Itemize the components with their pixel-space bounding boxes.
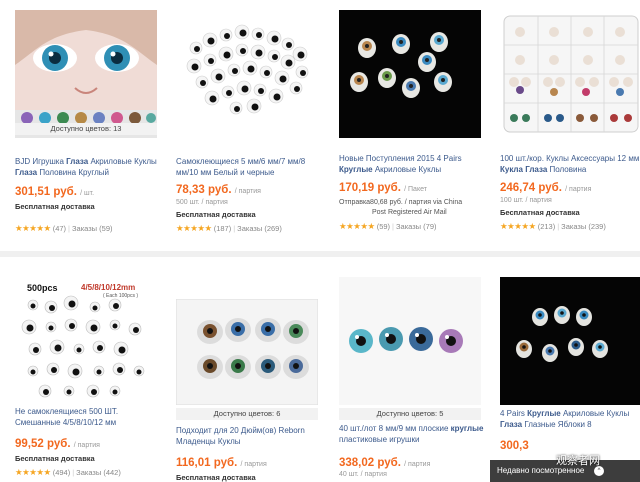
rating-row: ★★★★★ (47) | Заказы (59) [15,223,113,233]
shipping-info: Бесплатная доставка [15,202,95,211]
watermark: 观察者网 [556,455,600,467]
lot-size: 40 шт. / партия [339,471,387,478]
product-price: 246,74 руб. / партия [500,182,592,194]
rating-stars-icon: ★★★★★ [500,221,536,231]
orders-count[interactable]: Заказы (442) [76,468,121,477]
rating-stars-icon: ★★★★★ [15,223,51,233]
colors-available: Доступно цветов: 5 [339,408,481,420]
product-title[interactable]: BJD Игрушка Глаза Акриловые Куклы Глаза … [15,157,163,179]
review-count[interactable]: (59) [377,222,390,231]
product-image[interactable] [176,299,318,405]
product-title[interactable]: Не самоклеящиеся 500 ШТ. Смешанные 4/5/8… [15,407,163,429]
shipping-method: Post Registered Air Mail [372,209,447,216]
colors-available: Доступно цветов: 13 [15,123,157,135]
product-price: 170,19 руб. / Пакет [339,182,427,194]
shipping-info: Бесплатная доставка [500,208,580,217]
product-title[interactable]: Подходит для 20 Дюйм(ов) Reborn Младенцы… [176,426,324,448]
colors-available: Доступно цветов: 6 [176,408,318,420]
product-card[interactable]: Доступно цветов: 6 Подходит для 20 Дюйм(… [176,277,318,482]
product-price: 338,02 руб. / партия [339,457,431,469]
product-title[interactable]: Новые Поступления 2015 4 Pairs Круглые А… [339,154,487,176]
product-card[interactable]: Доступно цветов: 13 BJD Игрушка Глаза Ак… [15,10,157,240]
rating-stars-icon: ★★★★★ [15,467,51,477]
shipping-info: Бесплатная доставка [176,473,256,482]
rating-row: ★★★★★ (213) | Заказы (239) [500,221,606,231]
image-caption-sizes: 4/5/8/10/12mm [81,283,136,292]
product-image[interactable] [339,10,481,138]
product-title[interactable]: 100 шт./кор. Куклы Аксессуары 12 мм Кукл… [500,154,640,176]
image-caption: 500pcs [27,283,58,293]
shipping-info: Отправка80,68 руб. / партия via China [339,199,463,206]
rating-row: ★★★★★ (59) | Заказы (79) [339,221,437,231]
lot-size: 500 шт. / партия [176,199,228,206]
product-price: 301,51 руб. / шт. [15,186,95,198]
orders-count[interactable]: Заказы (79) [396,222,437,231]
review-count[interactable]: (47) [53,224,66,233]
shipping-info: Бесплатная доставка [176,210,256,219]
rating-row: ★★★★★ (494) | Заказы (442) [15,467,121,477]
row-divider [0,251,640,257]
product-price: 99,52 руб. / партия [15,438,100,450]
orders-count[interactable]: Заказы (239) [561,222,606,231]
image-caption-note: ( Each 100pcs ) [103,293,139,299]
product-title[interactable]: 40 шт./лот 8 мм/9 мм плоские круглые пла… [339,424,487,446]
product-image[interactable] [500,10,640,138]
product-price: 300,3 [500,440,529,452]
product-card[interactable]: Самоклеющиеся 5 мм/6 мм/7 мм/8 мм/10 мм … [176,10,318,240]
product-image[interactable] [339,277,481,405]
review-count[interactable]: (213) [538,222,556,231]
shipping-info: Бесплатная доставка [15,454,95,463]
product-image[interactable]: 500pcs 4/5/8/10/12mm ( Each 100pcs ) [15,277,157,405]
product-price: 78,33 руб. / партия [176,184,261,196]
rating-stars-icon: ★★★★★ [339,221,375,231]
product-card[interactable]: Доступно цветов: 5 40 шт./лот 8 мм/9 мм … [339,277,483,482]
product-image[interactable] [500,277,640,405]
product-card[interactable]: 100 шт./кор. Куклы Аксессуары 12 мм Кукл… [500,10,640,240]
orders-count[interactable]: Заказы (269) [237,224,282,233]
lot-size: 100 шт. / партия [500,197,552,204]
product-image[interactable] [176,10,318,138]
orders-count[interactable]: Заказы (59) [72,224,113,233]
product-image[interactable] [15,10,157,138]
product-price: 116,01 руб. / партия [176,457,267,469]
product-card[interactable]: Новые Поступления 2015 4 Pairs Круглые А… [339,10,481,240]
review-count[interactable]: (187) [214,224,232,233]
product-card[interactable]: 500pcs 4/5/8/10/12mm ( Each 100pcs ) Не … [15,277,157,482]
rating-row: ★★★★★ (187) | Заказы (269) [176,223,282,233]
review-count[interactable]: (494) [53,468,71,477]
product-title[interactable]: 4 Pairs Круглые Акриловые Куклы Глаза Гл… [500,409,640,431]
product-title[interactable]: Самоклеющиеся 5 мм/6 мм/7 мм/8 мм/10 мм … [176,157,324,179]
rating-stars-icon: ★★★★★ [176,223,212,233]
